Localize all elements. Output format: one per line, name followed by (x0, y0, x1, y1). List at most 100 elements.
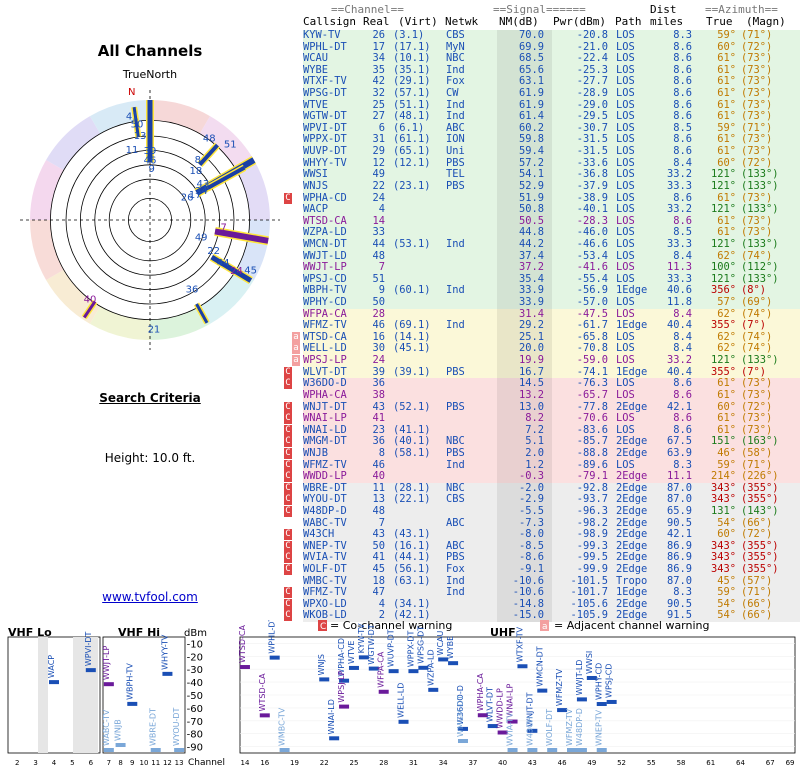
cell-cs: WPSG-DT (303, 87, 347, 100)
x-tick: 9 (130, 759, 134, 767)
signal-label: WPVI-DT (84, 632, 93, 667)
channel-axis-label: Channel (188, 758, 225, 768)
signal-bar[interactable] (388, 669, 399, 674)
signal-bar[interactable] (174, 748, 185, 752)
cell-path: 2Edge (616, 563, 648, 576)
table-row[interactable]: WUVP-DT 29 (65.1) Uni 59.4 -31.5 LOS 8.6 61° (73°… (303, 145, 800, 158)
cell-nm: 13.2 (518, 388, 544, 401)
cell-dist: 8.6 (673, 412, 692, 425)
cell-net: Ind (446, 458, 465, 471)
signal-bar[interactable] (596, 702, 607, 707)
x-tick: 43 (528, 759, 537, 767)
signal-bar[interactable] (537, 688, 548, 693)
cell-pwr: -65.7 (576, 388, 608, 401)
cell-dist: 8.6 (673, 87, 692, 100)
signal-label: WTXF-TV (515, 626, 524, 662)
signal-bar[interactable] (150, 748, 161, 752)
band-title: VHF Lo (8, 626, 52, 639)
signal-bar[interactable] (576, 748, 587, 752)
signal-bar[interactable] (606, 699, 617, 704)
signal-bar[interactable] (457, 739, 468, 744)
signal-bar[interactable] (378, 689, 389, 694)
table-row[interactable]: C WNAI-LP 41 8.2 -70.6 LOS 8.6 61° (73°) (284, 412, 800, 425)
signal-bar[interactable] (348, 665, 359, 670)
x-tick: 55 (647, 759, 656, 767)
cell-cs: WMCN-DT (303, 237, 347, 250)
header-real: Real (363, 15, 390, 28)
cell-mag: (73°) (741, 388, 773, 401)
co-channel-flag: C (284, 401, 292, 413)
signal-bar[interactable] (507, 748, 518, 752)
signal-bar[interactable] (428, 687, 439, 692)
search-criteria-title[interactable]: Search Criteria (0, 391, 300, 405)
signal-bar[interactable] (448, 661, 459, 666)
signal-bar[interactable] (398, 719, 409, 724)
table-row[interactable]: WMCN-DT 44 (53.1) Ind 44.2 -46.6 LOS 33.3 121° (1… (303, 237, 800, 251)
signal-bar[interactable] (115, 743, 126, 748)
table-body: KYW-TV 26 (3.1) CBS 70.0 -20.8 LOS 8.3 59° (71°) W… (284, 29, 800, 623)
signal-bar[interactable] (85, 668, 96, 673)
channel-label: 50 (131, 119, 144, 130)
y-tick: -50 (187, 691, 203, 702)
signal-bar[interactable] (239, 665, 250, 670)
cell-net: Ind (446, 319, 465, 332)
signal-bar[interactable] (517, 664, 528, 669)
table-row[interactable]: C WNJB 8 (58.1) PBS 2.0 -88.8 2Edge 63.9 46° (58°) (284, 446, 800, 460)
cell-net: CBS (446, 493, 465, 506)
signal-bar[interactable] (127, 701, 138, 706)
cell-tru: 59° (717, 29, 736, 41)
signal-bar[interactable] (279, 748, 290, 752)
table-row[interactable]: WPHY-CD 50 33.9 -57.0 LOS 11.8 57° (69°) (303, 296, 800, 309)
cell-tru: 61° (717, 412, 736, 425)
signal-bar[interactable] (596, 748, 607, 752)
table-row[interactable]: WPHA-CA 38 13.2 -65.7 LOS 8.6 61° (73°) (303, 388, 800, 402)
table-row[interactable]: C WOLF-DT 45 (56.1) Fox -9.1 -99.9 2Edge 86.9 343… (284, 563, 800, 576)
cell-virt: (63.1) (393, 574, 431, 587)
cell-virt: (22.1) (393, 493, 431, 506)
signal-bar[interactable] (269, 655, 280, 660)
signal-bar[interactable] (103, 748, 114, 752)
cell-mag: (73°) (741, 87, 773, 100)
co-channel-flag: C (284, 192, 292, 204)
site-link[interactable]: www.tvfool.com (0, 590, 300, 604)
cell-cs: WNJS (303, 179, 329, 192)
signal-label: WFMZ-TV (555, 668, 564, 706)
table-row[interactable]: WNJS 22 (23.1) PBS 52.9 -37.9 LOS 33.3 121° (133°… (303, 179, 800, 193)
cell-tru: 61° (717, 145, 736, 158)
table-row[interactable]: C W48DP-D 48 -5.5 -96.3 2Edge 65.9 131° (143°) (284, 505, 800, 518)
station-table: ==Channel== ==Signal====== Dist ==Azimut… (284, 0, 800, 623)
signal-bar[interactable] (329, 736, 340, 741)
signal-bar[interactable] (408, 669, 419, 674)
cell-tru: 57° (717, 296, 736, 309)
co-channel-flag: C (284, 471, 292, 483)
signal-bar[interactable] (547, 748, 558, 752)
cell-virt: (65.1) (393, 145, 431, 158)
signal-label: WNJS (317, 654, 326, 675)
signal-bar[interactable] (567, 748, 578, 752)
cell-real: 26 (372, 29, 385, 41)
x-tick: 12 (163, 759, 172, 767)
cell-path: LOS (616, 412, 635, 425)
signal-bar[interactable] (259, 713, 270, 718)
signal-bar[interactable] (162, 671, 173, 676)
cell-dist: 63.9 (666, 446, 692, 459)
signal-bar[interactable] (576, 697, 587, 702)
table-row[interactable]: WACP 4 50.8 -40.1 LOS 33.2 121° (133°) (303, 204, 800, 216)
x-tick: 37 (468, 759, 477, 767)
cell-cs: WNAI-LP (303, 412, 347, 425)
signal-bar[interactable] (319, 677, 330, 682)
x-tick: 16 (260, 759, 269, 767)
table-row[interactable]: KYW-TV 26 (3.1) CBS 70.0 -20.8 LOS 8.3 59° (71°) (303, 29, 800, 42)
table-row[interactable]: WPSG-DT 32 (57.1) CW 61.9 -28.9 LOS 8.6 61° (73°) (303, 87, 800, 100)
signal-bar[interactable] (339, 704, 350, 709)
co-channel-flag: C (284, 436, 292, 448)
signal-bar[interactable] (527, 748, 538, 752)
x-tick: 34 (439, 759, 448, 767)
channel-label: 17 (189, 190, 202, 201)
signal-label: WNJB (114, 719, 123, 741)
channel-label: 36 (186, 285, 199, 296)
signal-bar[interactable] (49, 680, 59, 685)
signal-bar[interactable] (103, 682, 114, 687)
x-tick: 40 (498, 759, 507, 767)
table-row[interactable]: a WPSJ-LP 24 19.9 -59.0 LOS 33.2 121° (133°) (292, 354, 800, 367)
